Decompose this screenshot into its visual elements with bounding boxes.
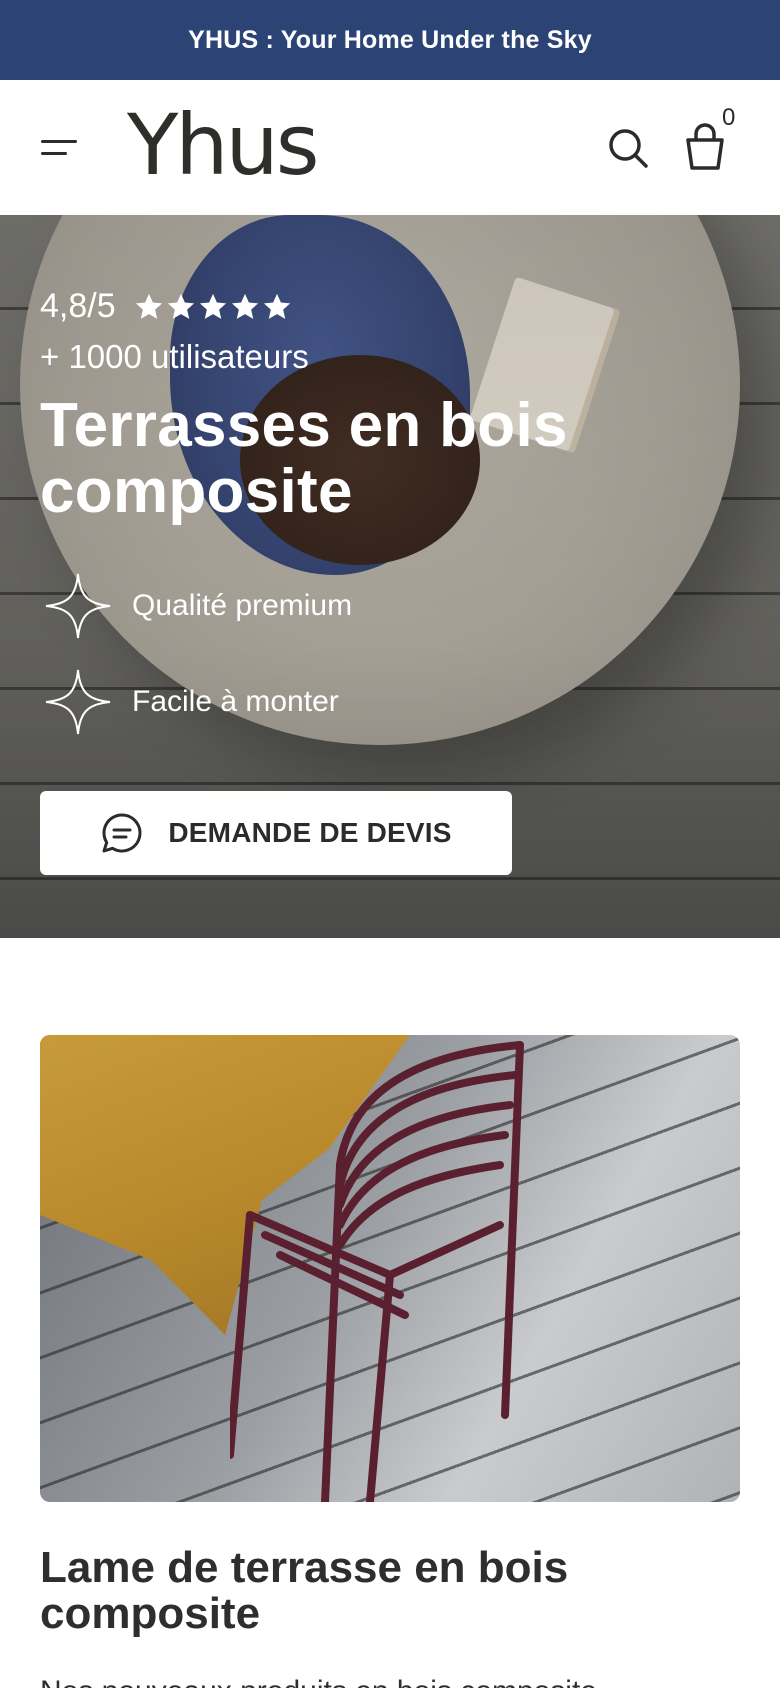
sparkle-icon bbox=[45, 573, 111, 639]
rating-stars bbox=[134, 292, 294, 322]
users-count: + 1000 utilisateurs bbox=[40, 338, 309, 375]
star-icon bbox=[263, 293, 290, 319]
quote-request-label: DEMANDE DE DEVIS bbox=[168, 817, 452, 848]
feature-label: Facile à monter bbox=[132, 685, 339, 718]
star-icon bbox=[231, 293, 258, 319]
chat-bubble-icon bbox=[102, 813, 142, 853]
announcement-bar: YHUS : Your Home Under the Sky bbox=[0, 0, 780, 80]
menu-button[interactable] bbox=[38, 130, 82, 166]
feature-item: Qualité premium bbox=[44, 572, 352, 640]
sparkle-icon bbox=[45, 669, 111, 735]
rating-score: 4,8/5 bbox=[40, 287, 116, 325]
star-icon bbox=[199, 293, 226, 319]
announcement-text: YHUS : Your Home Under the Sky bbox=[188, 25, 592, 54]
search-icon bbox=[609, 129, 648, 168]
search-button[interactable] bbox=[604, 124, 652, 172]
section-title: Lame de terrasse en bois composite bbox=[40, 1543, 569, 1638]
rating-row: 4,8/5 bbox=[40, 287, 294, 326]
cart-count-badge: 0 bbox=[722, 104, 736, 131]
star-icon bbox=[167, 293, 194, 319]
product-image[interactable] bbox=[40, 1035, 740, 1502]
feature-label: Qualité premium bbox=[132, 589, 353, 622]
quote-request-button[interactable]: DEMANDE DE DEVIS bbox=[40, 791, 512, 875]
chair-image bbox=[230, 1041, 524, 1502]
hero-title: Terrasses en bois composite bbox=[40, 391, 568, 526]
section-text: Nos nouveaux produits en bois composite bbox=[40, 1672, 740, 1688]
logo[interactable]: Yhus bbox=[127, 100, 320, 190]
site-header: Yhus 0 bbox=[0, 80, 780, 216]
hero-banner: 4,8/5 + 1000 utilisateurs Terrasses en b… bbox=[0, 215, 780, 938]
feature-item: Facile à monter bbox=[44, 668, 339, 736]
star-icon bbox=[135, 293, 162, 319]
